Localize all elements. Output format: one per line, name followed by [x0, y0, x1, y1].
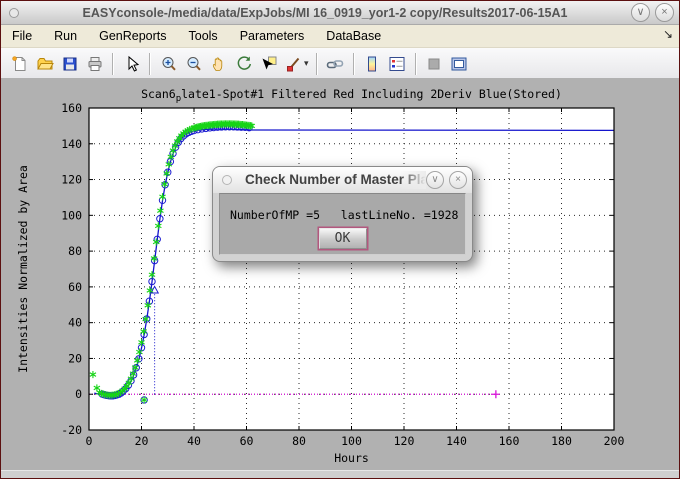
print-icon[interactable] [86, 55, 104, 73]
x-tick-label: 100 [341, 434, 362, 448]
x-tick-label: 140 [446, 434, 467, 448]
y-tick-label: 20 [68, 351, 82, 365]
x-tick-label: 120 [394, 434, 415, 448]
window-close-button[interactable]: × [655, 3, 674, 22]
open-folder-icon[interactable] [36, 55, 54, 73]
window-title: EASYconsole-/media/data/ExpJobs/MI 16_09… [19, 6, 631, 20]
menubar-undock-arrow-icon[interactable]: ↘ [663, 27, 673, 41]
ok-button[interactable]: OK [319, 228, 367, 249]
x-tick-label: 200 [604, 434, 625, 448]
chart-title: Scan6plate1-Spot#1 Filtered Red Includin… [141, 87, 562, 104]
y-tick-label: 140 [61, 137, 82, 151]
toolbar-separator [415, 53, 417, 75]
toolbar-separator [149, 53, 151, 75]
brush-dropdown-icon[interactable]: ▾ [304, 58, 309, 69]
y-tick-label: 100 [61, 208, 82, 222]
dialog-title: Check Number of Master Plates [245, 172, 426, 187]
x-tick-label: 180 [551, 434, 572, 448]
x-tick-label: 20 [135, 434, 149, 448]
y-tick-label: -20 [61, 423, 82, 437]
toolbar-separator [316, 53, 318, 75]
rotate-3d-icon[interactable] [235, 55, 253, 73]
x-tick-label: 80 [292, 434, 306, 448]
window-menu-icon[interactable] [9, 8, 19, 18]
menubar: File Run GenReports Tools Parameters Dat… [1, 25, 679, 48]
pan-hand-icon[interactable] [210, 55, 228, 73]
dock-figure-icon[interactable] [450, 55, 468, 73]
dialog-window-menu-icon[interactable] [222, 175, 232, 185]
x-tick-label: 160 [499, 434, 520, 448]
link-plot-icon[interactable] [326, 55, 344, 73]
figure-toolbar: ▾ [1, 48, 679, 80]
y-tick-label: 80 [68, 244, 82, 258]
dialog-titlebar[interactable]: Check Number of Master Plates ∨ × [213, 167, 472, 193]
zoom-in-icon[interactable] [160, 55, 178, 73]
window-minimize-button[interactable]: ∨ [631, 3, 650, 22]
x-tick-label: 0 [86, 434, 93, 448]
menu-tools[interactable]: Tools [178, 27, 229, 45]
growth-curve-chart: 0 20 40 60 80 100 120 140 160 180 200 -20 0 20 40 60 80 1… [1, 78, 679, 473]
menu-file[interactable]: File [1, 27, 43, 45]
app-window: EASYconsole-/media/data/ExpJobs/MI 16_09… [0, 0, 680, 479]
check-master-plates-dialog: Check Number of Master Plates ∨ × Number… [212, 166, 473, 262]
x-tick-label: 60 [240, 434, 254, 448]
insert-colorbar-icon[interactable] [363, 55, 381, 73]
menu-parameters[interactable]: Parameters [229, 27, 316, 45]
figure-canvas: 0 20 40 60 80 100 120 140 160 180 200 -20 0 20 40 60 80 1… [1, 78, 679, 471]
insert-legend-icon[interactable] [388, 55, 406, 73]
window-titlebar[interactable]: EASYconsole-/media/data/ExpJobs/MI 16_09… [1, 1, 679, 25]
dialog-message: NumberOfMP =5 lastLineNo. =1928 [230, 208, 458, 222]
pointer-icon[interactable] [123, 55, 141, 73]
dialog-body: NumberOfMP =5 lastLineNo. =1928 OK [219, 193, 466, 255]
save-icon[interactable] [61, 55, 79, 73]
y-tick-label: 0 [75, 387, 82, 401]
brush-icon[interactable] [285, 55, 303, 73]
hide-plot-tools-icon [425, 55, 443, 73]
y-tick-label: 40 [68, 316, 82, 330]
toolbar-separator [112, 53, 114, 75]
menu-genreports[interactable]: GenReports [88, 27, 177, 45]
menu-run[interactable]: Run [43, 27, 88, 45]
x-tick-label: 40 [187, 434, 201, 448]
dialog-minimize-button[interactable]: ∨ [426, 171, 444, 189]
menu-database[interactable]: DataBase [315, 27, 392, 45]
y-tick-label: 160 [61, 101, 82, 115]
data-cursor-icon[interactable] [260, 55, 278, 73]
x-axis-label: Hours [334, 451, 369, 465]
y-axis-label: Intensities Normalized by Area [16, 165, 30, 373]
zoom-out-icon[interactable] [185, 55, 203, 73]
dialog-title-fade [400, 171, 426, 189]
toolbar-separator [353, 53, 355, 75]
dialog-close-button[interactable]: × [449, 171, 467, 189]
window-bottom-edge [1, 470, 679, 478]
y-tick-label: 120 [61, 173, 82, 187]
new-file-icon[interactable] [11, 55, 29, 73]
y-tick-label: 60 [68, 280, 82, 294]
